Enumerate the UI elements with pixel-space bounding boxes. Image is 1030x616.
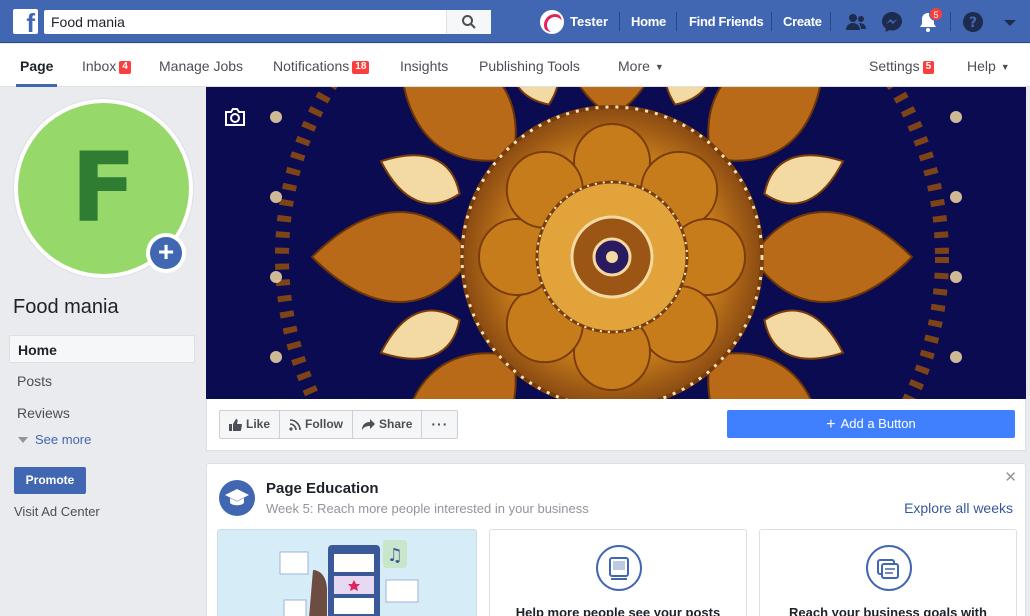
- add-button-label: Add a Button: [840, 416, 916, 431]
- expand-triangle-icon: [18, 437, 28, 443]
- see-more-label: See more: [35, 432, 92, 447]
- dropdown-caret-icon: ▼: [654, 62, 664, 72]
- rss-icon: [289, 418, 301, 431]
- tab-label: Page: [20, 58, 54, 74]
- sidebar-item-posts[interactable]: Posts: [9, 367, 195, 395]
- education-card-goals[interactable]: Reach your business goals with: [759, 529, 1017, 616]
- boost-post-icon: [596, 545, 642, 591]
- close-icon[interactable]: ✕: [1004, 468, 1017, 486]
- settings-badge: 5: [922, 61, 935, 74]
- tab-insights[interactable]: Insights: [400, 44, 448, 87]
- search-input[interactable]: [44, 10, 447, 34]
- tab-label: Publishing Tools: [479, 58, 580, 74]
- svg-text:?: ?: [969, 15, 977, 31]
- education-illustration-card[interactable]: ♫: [217, 529, 477, 616]
- explore-all-weeks-link[interactable]: Explore all weeks: [904, 500, 1013, 516]
- create-link[interactable]: Create: [783, 0, 822, 43]
- dropdown-caret-icon: ▼: [1000, 62, 1010, 72]
- share-label: Share: [379, 417, 413, 431]
- tab-page[interactable]: Page: [16, 44, 58, 87]
- mandala-pattern: [206, 87, 1026, 399]
- social-media-illustration: ♫: [279, 540, 419, 616]
- tab-label: Manage Jobs: [159, 58, 244, 74]
- settings-label: Settings: [869, 58, 920, 74]
- plus-icon: +: [826, 416, 836, 433]
- ellipsis-icon: ···: [431, 416, 449, 432]
- thumbs-up-icon: [229, 418, 242, 431]
- sidebar-item-home[interactable]: Home: [9, 335, 195, 363]
- tab-label: Notifications: [273, 58, 350, 74]
- more-options-button[interactable]: ···: [422, 411, 457, 438]
- top-navigation-bar: f Tester Home Find Friends Create 5 ?: [0, 0, 1030, 43]
- cover-photo[interactable]: [206, 87, 1026, 399]
- action-button-group: Like Follow Share ···: [219, 410, 459, 439]
- visit-ad-center-link[interactable]: Visit Ad Center: [14, 504, 100, 519]
- education-card-posts[interactable]: Help more people see your posts: [489, 529, 747, 616]
- like-button[interactable]: Like: [220, 411, 281, 438]
- facebook-logo[interactable]: f: [13, 9, 38, 36]
- user-profile-link[interactable]: Tester: [540, 9, 608, 34]
- tab-publishing-tools[interactable]: Publishing Tools: [479, 44, 580, 87]
- nav-divider: [771, 12, 772, 31]
- follow-button[interactable]: Follow: [280, 411, 354, 438]
- add-a-button-button[interactable]: + Add a Button: [727, 410, 1015, 438]
- search-box: [44, 10, 491, 34]
- promote-button[interactable]: Promote: [14, 467, 86, 494]
- inbox-badge: 4: [119, 61, 131, 74]
- education-card-text: Reach your business goals with: [789, 605, 987, 616]
- tab-notifications[interactable]: Notifications 18: [273, 44, 370, 87]
- notification-count-badge: 5: [929, 7, 943, 21]
- search-icon: [462, 15, 476, 29]
- tab-label: Insights: [400, 58, 449, 74]
- update-profile-picture-button[interactable]: +: [146, 233, 186, 273]
- page-navigation-bar: Page Inbox 4 Manage Jobs Notifications 18 …: [0, 44, 1030, 87]
- graduation-cap-icon: [219, 480, 255, 516]
- page-education-card: Page Education Week 5: Reach more people…: [206, 463, 1026, 616]
- svg-text:♫: ♫: [387, 545, 403, 566]
- tab-more[interactable]: More ▼: [618, 44, 664, 87]
- user-name: Tester: [570, 14, 609, 29]
- camera-icon[interactable]: [224, 108, 246, 126]
- help-link[interactable]: Help ▼: [967, 44, 1010, 87]
- tab-label: More: [618, 58, 650, 74]
- ads-manager-icon: [866, 545, 912, 591]
- page-action-bar: Like Follow Share ··· + Add a Button: [206, 399, 1026, 451]
- friends-icon[interactable]: [844, 10, 868, 34]
- account-menu-caret-icon[interactable]: [998, 10, 1022, 34]
- see-more-link[interactable]: See more: [18, 432, 91, 447]
- like-label: Like: [246, 417, 271, 431]
- share-button[interactable]: Share: [353, 411, 423, 438]
- find-friends-link[interactable]: Find Friends: [689, 0, 764, 43]
- nav-divider: [950, 12, 951, 31]
- home-link[interactable]: Home: [631, 0, 666, 43]
- page-name: Food mania: [13, 296, 119, 318]
- search-button[interactable]: [446, 10, 491, 34]
- sidebar-item-reviews[interactable]: Reviews: [9, 399, 195, 427]
- nav-divider: [676, 12, 677, 31]
- help-icon[interactable]: ?: [961, 10, 985, 34]
- messenger-icon[interactable]: [880, 10, 904, 34]
- plus-icon: +: [150, 237, 182, 269]
- tab-inbox[interactable]: Inbox 4: [82, 44, 131, 87]
- settings-link[interactable]: Settings 5: [869, 44, 935, 87]
- follow-label: Follow: [305, 417, 344, 431]
- user-avatar: [540, 9, 564, 34]
- education-title: Page Education: [266, 480, 379, 497]
- tab-manage-jobs[interactable]: Manage Jobs: [159, 44, 243, 87]
- tab-label: Inbox: [82, 58, 117, 74]
- nav-divider: [830, 12, 831, 31]
- help-label: Help: [967, 58, 996, 74]
- education-card-text: Help more people see your posts: [515, 605, 721, 616]
- notifications-badge: 18: [352, 61, 370, 74]
- share-arrow-icon: [362, 419, 376, 430]
- education-subtitle: Week 5: Reach more people interested in …: [266, 501, 589, 516]
- nav-divider: [619, 12, 620, 31]
